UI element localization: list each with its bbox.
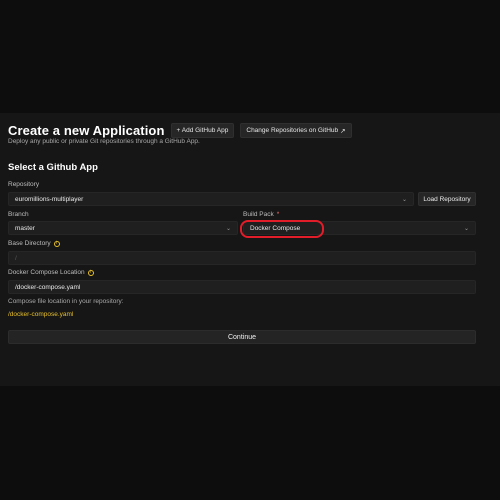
compose-path-text: /docker-compose.yaml (8, 311, 74, 318)
branch-label: Branch (8, 211, 29, 218)
chevron-down-icon: ⌄ (401, 196, 407, 203)
external-link-icon: ↗ (340, 127, 346, 135)
branch-value: master (15, 224, 35, 232)
load-repository-button[interactable]: Load Repository (418, 192, 476, 206)
build-pack-select[interactable]: Docker Compose ⌄ (243, 221, 476, 235)
base-directory-label: Base Directory i (8, 240, 60, 247)
header-row: Create a new Application + Add GitHub Ap… (8, 123, 352, 138)
build-pack-label-text: Build Pack (243, 211, 274, 218)
compose-location-value: /docker-compose.yaml (15, 283, 81, 291)
page-subtitle: Deploy any public or private Git reposit… (8, 138, 200, 145)
bottom-backdrop (0, 386, 500, 500)
repository-label-text: Repository (8, 181, 40, 188)
repository-select[interactable]: euromillions-multiplayer ⌄ (8, 192, 414, 206)
info-icon[interactable]: i (87, 269, 94, 276)
base-directory-label-text: Base Directory (8, 240, 51, 247)
compose-location-label: Docker Compose Location i (8, 269, 94, 276)
continue-button[interactable]: Continue (8, 330, 476, 344)
top-backdrop (0, 0, 500, 113)
build-pack-label: Build Pack * (243, 211, 279, 218)
add-github-app-button[interactable]: + Add GitHub App (170, 123, 235, 138)
compose-location-label-text: Docker Compose Location (8, 269, 85, 276)
build-pack-value: Docker Compose (250, 224, 301, 232)
compose-location-input[interactable]: /docker-compose.yaml (8, 280, 476, 294)
branch-select[interactable]: master ⌄ (8, 221, 238, 235)
main-panel (0, 113, 500, 386)
compose-helper-text: Compose file location in your repository… (8, 298, 124, 305)
page-title: Create a new Application (8, 123, 165, 138)
repository-value: euromillions-multiplayer (15, 195, 84, 203)
chevron-down-icon: ⌄ (463, 225, 469, 232)
base-directory-input[interactable]: / (8, 251, 476, 265)
repository-label: Repository (8, 181, 39, 188)
change-repositories-button[interactable]: Change Repositories on GitHub ↗ (240, 123, 352, 138)
info-icon[interactable]: i (53, 240, 60, 247)
section-title: Select a Github App (8, 162, 98, 173)
change-repositories-label: Change Repositories on GitHub (246, 127, 339, 134)
branch-label-text: Branch (8, 211, 29, 218)
required-mark: * (276, 211, 280, 218)
base-directory-value: / (15, 254, 17, 262)
chevron-down-icon: ⌄ (225, 225, 231, 232)
